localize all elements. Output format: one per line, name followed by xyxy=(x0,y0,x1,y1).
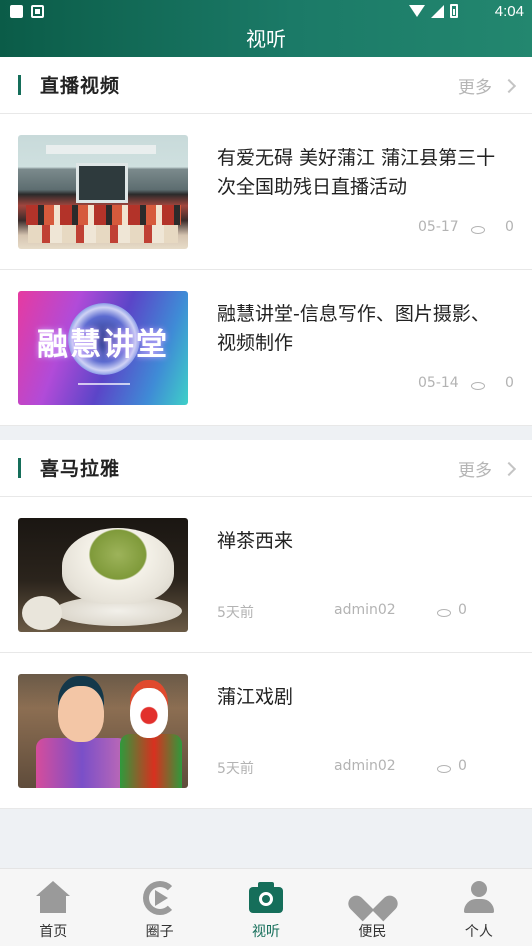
list-item[interactable]: 蒲江戏剧 5天前 admin02 0 xyxy=(0,653,532,809)
page-title: 视听 xyxy=(246,27,286,51)
status-bar: 4:04 xyxy=(0,0,532,24)
audio-thumbnail[interactable] xyxy=(18,674,188,788)
tab-label: 便民 xyxy=(358,924,387,940)
item-time: 5天前 xyxy=(217,761,254,777)
list-item[interactable]: 融慧讲堂 融慧讲堂-信息写作、图片摄影、视频制作 05-14 0 xyxy=(0,270,532,426)
item-title: 有爱无碍 美好蒲江 蒲江县第三十次全国助残日直播活动 xyxy=(217,147,496,198)
eye-icon xyxy=(471,378,485,394)
more-link[interactable]: 更多 xyxy=(458,73,517,98)
circle-play-icon xyxy=(142,881,177,915)
tab-media[interactable]: 视听 xyxy=(213,869,319,946)
tab-profile[interactable]: 个人 xyxy=(426,869,532,946)
more-label: 更多 xyxy=(458,461,492,481)
tab-label: 首页 xyxy=(39,924,68,940)
live-video-section: 直播视频 更多 有爱无碍 美好蒲江 蒲江县第三十次全国助残日直播活动 05-17… xyxy=(0,57,532,426)
section-title: 直播视频 xyxy=(40,75,121,97)
wifi-icon xyxy=(409,5,425,17)
bottom-nav: 首页 圈子 视听 便民 个人 xyxy=(0,868,532,946)
section-accent-bar xyxy=(18,458,21,478)
item-date: 05-17 xyxy=(418,219,459,235)
item-author: admin02 xyxy=(334,758,396,774)
eye-icon xyxy=(437,605,451,621)
view-count: 0 xyxy=(505,219,514,235)
more-label: 更多 xyxy=(458,78,492,98)
app-header: 4:04 视听 xyxy=(0,0,532,57)
himalaya-section: 喜马拉雅 更多 禅茶西来 5天前 admin02 0 蒲江戏剧 5天前 admi… xyxy=(0,440,532,809)
list-item[interactable]: 有爱无碍 美好蒲江 蒲江县第三十次全国助残日直播活动 05-17 0 xyxy=(0,114,532,270)
status-time: 4:04 xyxy=(494,3,524,20)
tab-label: 圈子 xyxy=(145,924,174,940)
section-title: 喜马拉雅 xyxy=(40,458,121,480)
item-title: 融慧讲堂-信息写作、图片摄影、视频制作 xyxy=(217,303,490,354)
tab-label: 个人 xyxy=(464,924,493,940)
audio-thumbnail[interactable] xyxy=(18,518,188,632)
eye-icon xyxy=(437,761,451,777)
item-title: 蒲江戏剧 xyxy=(217,686,294,708)
thumbnail-text: 融慧讲堂 xyxy=(37,327,169,363)
person-icon xyxy=(462,881,496,915)
tab-label: 视听 xyxy=(252,924,281,940)
heart-icon xyxy=(355,881,389,915)
item-author: admin02 xyxy=(334,602,396,618)
tab-circle[interactable]: 圈子 xyxy=(106,869,212,946)
list-item[interactable]: 禅茶西来 5天前 admin02 0 xyxy=(0,497,532,653)
item-date: 05-14 xyxy=(418,375,459,391)
home-icon xyxy=(36,881,71,915)
app-notification-icon xyxy=(31,5,44,18)
more-link[interactable]: 更多 xyxy=(458,456,517,481)
section-header: 喜马拉雅 更多 xyxy=(0,440,532,497)
item-time: 5天前 xyxy=(217,605,254,621)
item-title: 禅茶西来 xyxy=(217,530,294,552)
notification-icon xyxy=(10,5,23,18)
tab-home[interactable]: 首页 xyxy=(0,869,106,946)
battery-icon xyxy=(450,4,458,18)
signal-icon xyxy=(431,4,444,18)
chevron-right-icon xyxy=(501,78,517,93)
camera-icon xyxy=(249,881,284,915)
section-accent-bar xyxy=(18,75,21,95)
eye-icon xyxy=(471,222,485,238)
view-count: 0 xyxy=(505,375,514,391)
view-count: 0 xyxy=(458,758,467,774)
video-thumbnail[interactable] xyxy=(18,135,188,249)
chevron-right-icon xyxy=(501,461,517,476)
tab-services[interactable]: 便民 xyxy=(319,869,425,946)
view-count: 0 xyxy=(458,602,467,618)
section-header: 直播视频 更多 xyxy=(0,57,532,114)
video-thumbnail[interactable]: 融慧讲堂 xyxy=(18,291,188,405)
